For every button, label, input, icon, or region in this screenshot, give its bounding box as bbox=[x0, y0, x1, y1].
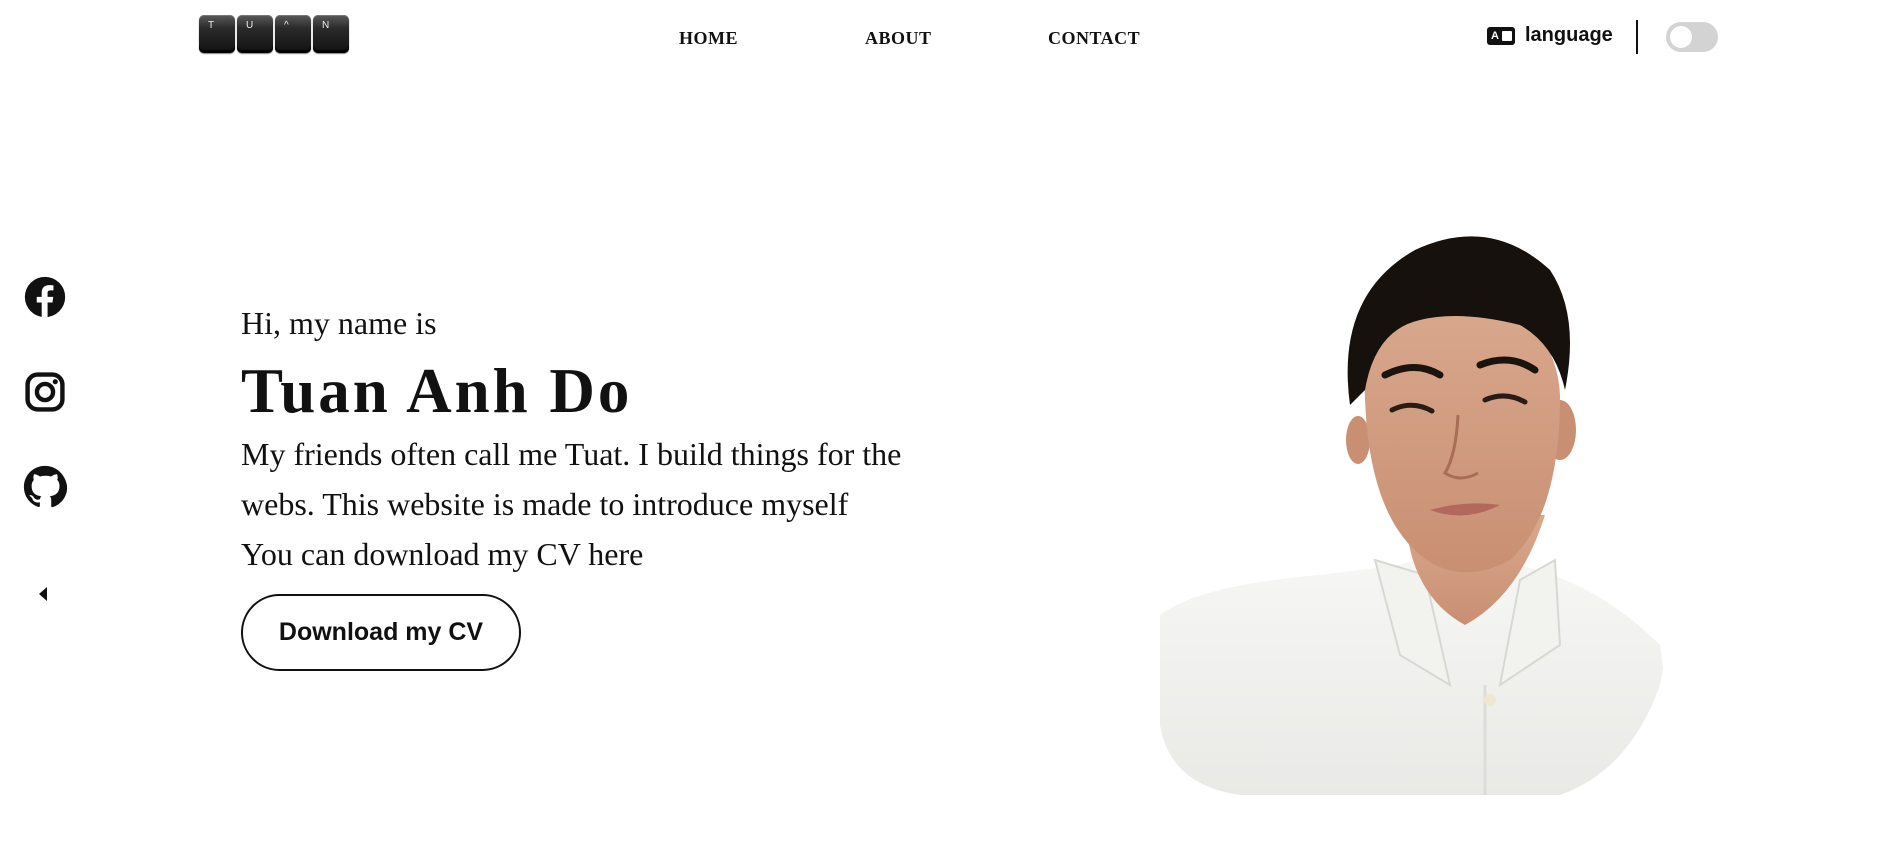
facebook-icon bbox=[24, 276, 66, 318]
hero-bio: My friends often call me Tuat. I build t… bbox=[241, 429, 1001, 579]
instagram-icon bbox=[25, 372, 65, 412]
download-cv-button[interactable]: Download my CV bbox=[241, 594, 521, 671]
greeting-text: Hi, my name is bbox=[241, 305, 437, 341]
instagram-link[interactable] bbox=[23, 370, 67, 414]
facebook-link[interactable] bbox=[23, 275, 67, 319]
header-divider bbox=[1636, 20, 1638, 54]
github-link[interactable] bbox=[23, 465, 67, 509]
toggle-knob bbox=[1670, 26, 1692, 48]
nav-link-home[interactable]: HOME bbox=[679, 28, 738, 49]
theme-toggle[interactable] bbox=[1666, 22, 1718, 52]
hero-name: Tuan Anh Do bbox=[241, 356, 633, 426]
caret-left-icon[interactable] bbox=[36, 585, 50, 603]
profile-photo bbox=[1160, 236, 1680, 795]
bio-line: You can download my CV here bbox=[241, 536, 644, 572]
translate-icon: A bbox=[1487, 26, 1515, 45]
bio-line: webs. This website is made to introduce … bbox=[241, 486, 849, 522]
nav-link-contact[interactable]: CONTACT bbox=[1048, 28, 1140, 49]
nav-link-about[interactable]: ABOUT bbox=[865, 28, 932, 49]
language-selector[interactable]: A language bbox=[1487, 24, 1613, 47]
bio-line: My friends often call me Tuat. I build t… bbox=[241, 436, 902, 472]
language-label: language bbox=[1525, 24, 1613, 46]
github-icon bbox=[23, 465, 67, 508]
